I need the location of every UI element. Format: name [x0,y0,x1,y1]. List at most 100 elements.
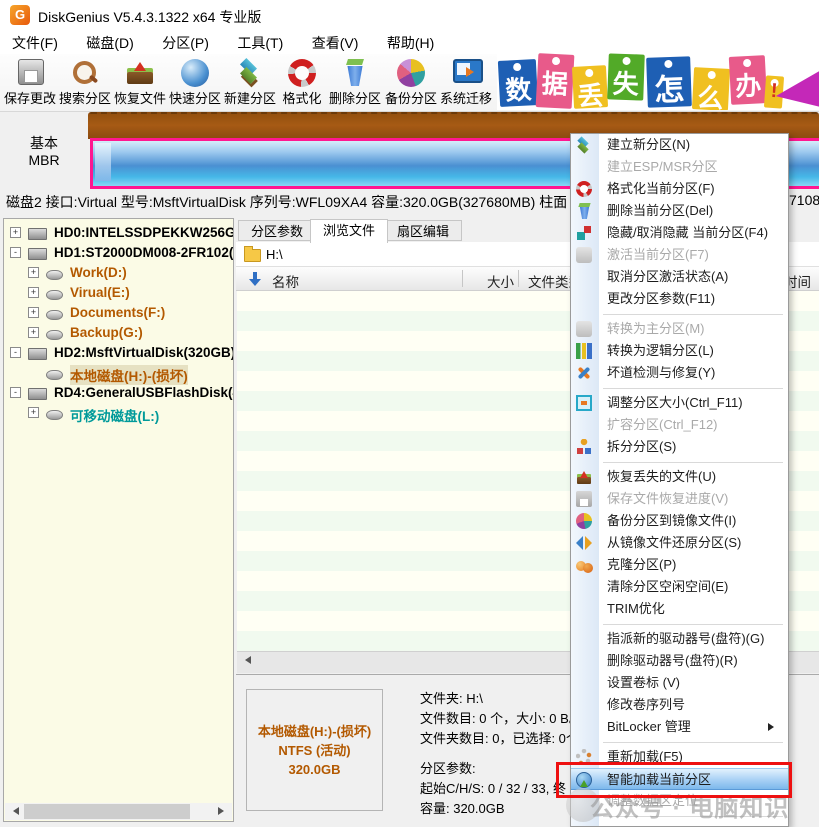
tree-horizontal-scrollbar[interactable] [5,803,232,820]
tree-item-local-disk-h-selected[interactable]: 本地磁盘(H:)-(损坏) [4,363,233,383]
toolbar-label: 删除分区 [323,88,387,107]
collapse-icon[interactable]: - [10,247,21,258]
save-progress-icon [576,491,592,507]
partition-icon [46,270,63,280]
expand-icon[interactable]: + [10,227,21,238]
scroll-left-icon[interactable] [9,807,19,815]
partition-table-type: MBR [0,152,88,168]
split-icon [576,439,592,455]
collapse-icon[interactable]: - [10,387,21,398]
menu-item-change-partition-params[interactable]: 更改分区参数(F11) [571,288,788,310]
menu-view[interactable]: 查看(V) [300,30,371,54]
partition-icon [46,410,63,420]
menu-item-convert-to-logical[interactable]: 转换为逻辑分区(L) [571,340,788,362]
promo-banner: 数 据 丢 失 怎 么 办 ! DiskGenius 帮 [497,52,819,110]
menu-item-backup-to-image[interactable]: 备份分区到镜像文件(I) [571,510,788,532]
diskgenius-window: G DiskGenius V5.4.3.1322 x64 专业版 文件(F) 磁… [0,0,819,827]
menu-item-format-current-partition[interactable]: 格式化当前分区(F) [571,178,788,200]
menu-item-assign-drive-letter[interactable]: 指派新的驱动器号(盘符)(G) [571,628,788,650]
current-path: H:\ [266,247,283,262]
expand-icon[interactable]: + [28,407,39,418]
menu-item-remove-drive-letter[interactable]: 删除驱动器号(盘符)(R) [571,650,788,672]
toolbar-delete-partition[interactable]: 删除分区 [327,56,383,110]
tree-item-rd4[interactable]: - RD4:GeneralUSBFlashDisk(4G [4,383,233,403]
disk-icon [28,228,47,240]
column-size[interactable]: 大小 [470,271,514,291]
expand-icon[interactable]: + [28,267,39,278]
tree-item-backup-g[interactable]: + Backup(G:) [4,323,233,343]
menu-item-wipe-free-space[interactable]: 清除分区空闲空间(E) [571,576,788,598]
collapse-icon[interactable]: - [10,347,21,358]
system-migration-icon [453,59,483,83]
new-partition-icon [236,59,264,87]
menu-item-resize-partition[interactable]: 调整分区大小(Ctrl_F11) [571,392,788,414]
tree-item-documents-f[interactable]: + Documents(F:) [4,303,233,323]
scroll-right-icon[interactable] [218,807,228,815]
menu-partition[interactable]: 分区(P) [150,30,221,54]
tree-label: Backup(G:) [70,325,143,340]
tree-item-virual-e[interactable]: + Virual(E:) [4,283,233,303]
menu-item-change-volume-serial[interactable]: 修改卷序列号 [571,694,788,716]
toolbar-quick-partition[interactable]: 快速分区 [167,56,223,110]
menu-item-trim-optimize[interactable]: TRIM优化 [571,598,788,620]
toolbar-label: 系统迁移 [434,88,498,107]
disk-info-line-fragment: 71088 [789,192,819,208]
tree-item-hd2[interactable]: - HD2:MsftVirtualDisk(320GB) [4,343,233,363]
menu-item-clone-partition[interactable]: 克隆分区(P) [571,554,788,576]
menu-item-convert-to-primary: 转换为主分区(M) [571,318,788,340]
banner-tile: 失 [607,53,645,100]
menu-item-delete-current-partition[interactable]: 删除当前分区(Del) [571,200,788,222]
recover-icon [576,469,592,485]
delete-partition-icon [341,59,369,87]
toolbar-recover-files[interactable]: 恢复文件 [112,56,168,110]
tree-label: Work(D:) [70,265,127,280]
banner-tile: 数 [498,59,538,107]
tab-partition-params[interactable]: 分区参数 [238,220,316,241]
banner-tile: 办 [729,55,767,105]
menu-item-cancel-active-state[interactable]: 取消分区激活状态(A) [571,266,788,288]
menu-file[interactable]: 文件(F) [0,30,70,54]
title-bar: G DiskGenius V5.4.3.1322 x64 专业版 [0,0,819,30]
disk-info-line: 磁盘2 接口:Virtual 型号:MsftVirtualDisk 序列号:WF… [6,192,566,212]
disk-tree-panel: + HD0:INTELSSDPEKKW256G8(2 - HD1:ST2000D… [3,218,234,822]
menu-item-restore-from-image[interactable]: 从镜像文件还原分区(S) [571,532,788,554]
menu-separator [571,310,788,318]
expand-icon[interactable]: + [28,287,39,298]
window-title: DiskGenius V5.4.3.1322 x64 专业版 [38,7,261,27]
toolbar-search-partition[interactable]: 搜索分区 [57,56,113,110]
column-name[interactable]: 名称 [272,271,299,291]
menu-disk[interactable]: 磁盘(D) [74,30,145,54]
scroll-left-icon[interactable] [241,656,251,664]
tree-item-hd0[interactable]: + HD0:INTELSSDPEKKW256G8(2 [4,223,233,243]
format-icon [288,59,316,87]
disk-icon [28,248,47,260]
tree-item-hd1[interactable]: - HD1:ST2000DM008-2FR102(18 [4,243,233,263]
activate-icon [576,247,592,263]
disk-icon [28,388,47,400]
menu-item-hide-unhide-partition[interactable]: 隐藏/取消隐藏 当前分区(F4) [571,222,788,244]
expand-icon[interactable]: + [28,307,39,318]
scrollbar-thumb[interactable] [24,804,190,819]
banner-tile: 怎 [646,56,692,108]
toolbar-backup-partition[interactable]: 备份分区 [383,56,439,110]
menu-item-bad-track-check[interactable]: 坏道检测与修复(Y) [571,362,788,384]
partition-icon [46,310,63,320]
menu-help[interactable]: 帮助(H) [375,30,446,54]
new-partition-icon [576,137,592,153]
menu-item-recover-lost-files[interactable]: 恢复丢失的文件(U) [571,466,788,488]
tree-item-removable-l[interactable]: + 可移动磁盘(L:) [4,403,233,423]
tab-sector-edit[interactable]: 扇区编辑 [384,220,462,241]
toolbar-format[interactable]: 格式化 [274,56,330,110]
menu-item-create-new-partition[interactable]: 建立新分区(N) [571,134,788,156]
search-partition-icon [71,59,99,87]
menu-item-split-partition[interactable]: 拆分分区(S) [571,436,788,458]
menu-item-set-volume-label[interactable]: 设置卷标 (V) [571,672,788,694]
menu-tools[interactable]: 工具(T) [225,30,295,54]
toolbar-system-migration[interactable]: 系统迁移 [438,56,494,110]
menu-item-bitlocker-manage[interactable]: BitLocker 管理 [571,716,788,738]
expand-icon[interactable]: + [28,327,39,338]
clone-icon [576,557,592,573]
tree-item-work-d[interactable]: + Work(D:) [4,263,233,283]
tab-browse-files[interactable]: 浏览文件 [310,219,388,243]
toolbar-save-changes[interactable]: 保存更改 [2,56,58,110]
